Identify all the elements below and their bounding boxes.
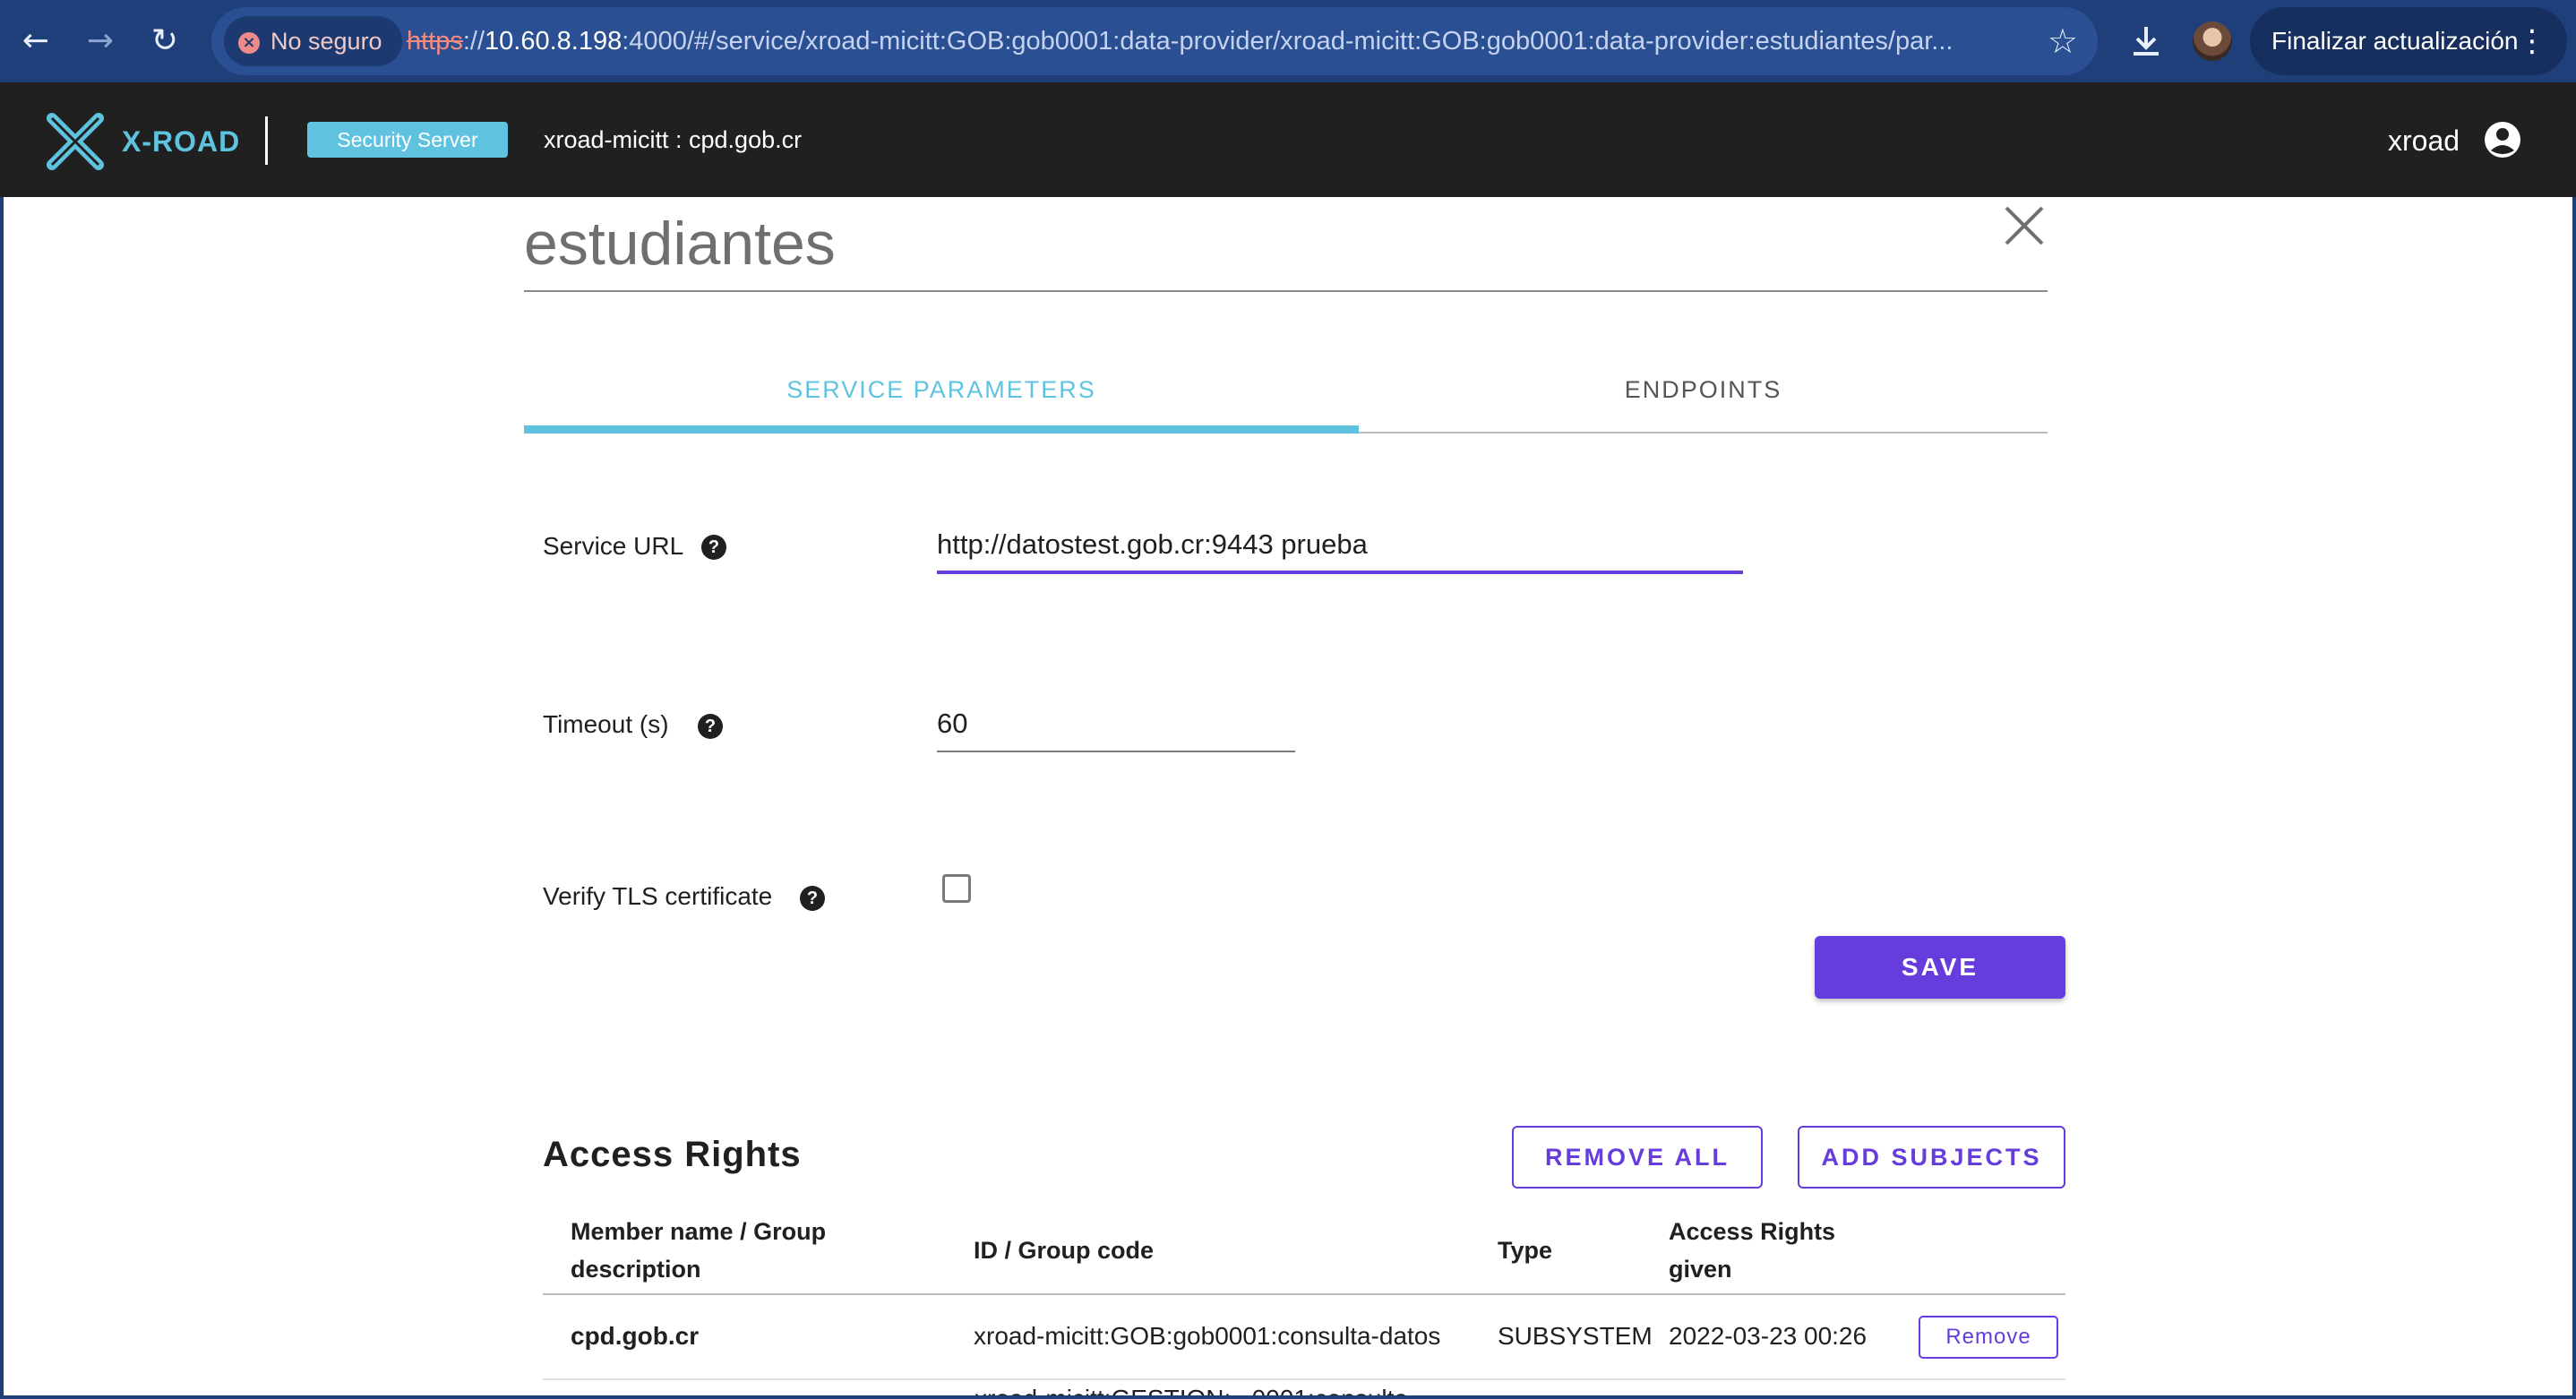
service-url-underline: [937, 571, 1743, 574]
remove-all-button[interactable]: REMOVE ALL: [1512, 1126, 1763, 1189]
column-header-type: Type: [1498, 1237, 1553, 1264]
header-divider: [265, 116, 268, 165]
verify-tls-label: Verify TLS certificate: [543, 882, 773, 910]
access-rights-title: Access Rights: [543, 1135, 802, 1174]
table-header-divider: [543, 1293, 2065, 1295]
url-separator: ://: [462, 27, 485, 56]
timeout-help-icon[interactable]: ?: [698, 714, 723, 739]
row-id: xroad-micitt:GOB:gob0001:consulta-datos: [974, 1322, 1441, 1350]
service-url-help-icon[interactable]: ?: [701, 535, 726, 560]
security-chip[interactable]: × No seguro: [224, 16, 402, 66]
service-title: estudiantes: [524, 210, 836, 278]
bookmark-star-icon[interactable]: ☆: [2048, 20, 2078, 63]
app-header: X-ROAD Security Server xroad-micitt : cp…: [0, 82, 2576, 197]
security-server-badge: Security Server: [307, 122, 508, 158]
column-header-given-line2: given: [1669, 1256, 1732, 1283]
url-host: 10.60.8.198: [485, 27, 623, 56]
row-member: cpd.gob.cr: [571, 1322, 700, 1350]
column-header-member-line1: Member name / Group: [571, 1218, 827, 1245]
account-circle-icon[interactable]: [2483, 120, 2522, 159]
url-path: :4000/#/service/xroad-micitt:GOB:gob0001…: [622, 27, 1953, 56]
url-scheme: https: [407, 27, 463, 56]
verify-tls-help-icon[interactable]: ?: [800, 886, 825, 911]
url-text[interactable]: https://10.60.8.198:4000/#/service/xroad…: [407, 7, 2019, 75]
reload-icon[interactable]: ↻: [143, 20, 186, 63]
tab-service-parameters[interactable]: SERVICE PARAMETERS: [524, 367, 1359, 412]
row-type: SUBSYSTEM: [1498, 1322, 1653, 1350]
browser-toolbar: ← → ↻ × No seguro https://10.60.8.198:400…: [0, 0, 2576, 82]
update-browser-label: Finalizar actualización: [2271, 27, 2519, 55]
save-button[interactable]: SAVE: [1815, 936, 2065, 999]
xroad-logo-icon[interactable]: [45, 111, 106, 172]
column-header-given: Access Rights given: [1669, 1213, 1835, 1288]
table-row-divider: [543, 1378, 2065, 1380]
close-icon[interactable]: [1999, 201, 2049, 251]
back-arrow-icon[interactable]: ←: [14, 20, 57, 63]
window-edge-left: [0, 197, 4, 1399]
logo-text: X-ROAD: [122, 125, 241, 158]
active-tab-indicator: [524, 425, 1359, 433]
username[interactable]: xroad: [2388, 118, 2460, 163]
window-edge-right: [2572, 197, 2576, 1399]
more-menu-icon[interactable]: ⋮: [2517, 7, 2547, 75]
address-bar[interactable]: × No seguro https://10.60.8.198:4000/#/se…: [211, 7, 2098, 75]
column-header-id: ID / Group code: [974, 1237, 1155, 1264]
verify-tls-checkbox[interactable]: [942, 874, 971, 903]
column-header-given-line1: Access Rights: [1669, 1218, 1836, 1245]
timeout-label: Timeout (s): [543, 710, 669, 738]
timeout-underline: [937, 751, 1295, 752]
forward-arrow-icon[interactable]: →: [79, 20, 122, 63]
warning-icon: ×: [238, 31, 260, 54]
profile-avatar[interactable]: [2193, 21, 2232, 61]
row-given: 2022-03-23 00:26: [1669, 1322, 1868, 1350]
column-header-member: Member name / Group description: [571, 1213, 826, 1288]
add-subjects-button[interactable]: ADD SUBJECTS: [1798, 1126, 2065, 1189]
download-icon[interactable]: [2125, 20, 2168, 63]
row-remove-button[interactable]: Remove: [1919, 1316, 2058, 1359]
update-browser-button[interactable]: Finalizar actualización ⋮: [2250, 7, 2567, 75]
security-chip-label: No seguro: [270, 28, 382, 55]
window-edge-bottom: [0, 1395, 2576, 1399]
column-header-member-line2: description: [571, 1256, 701, 1283]
service-url-label: Service URL: [543, 532, 684, 560]
server-name: xroad-micitt : cpd.gob.cr: [544, 126, 803, 153]
timeout-input[interactable]: [937, 701, 1295, 746]
service-url-input[interactable]: [937, 522, 1743, 567]
title-underline: [524, 290, 2048, 292]
tab-endpoints[interactable]: ENDPOINTS: [1359, 367, 2048, 412]
